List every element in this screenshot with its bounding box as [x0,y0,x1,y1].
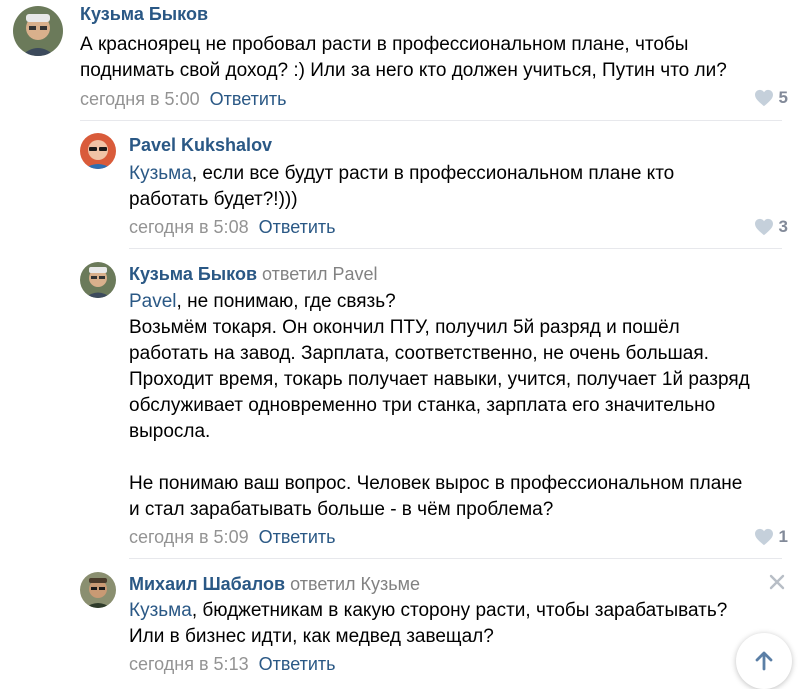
avatar-image [80,572,116,608]
comment-author[interactable]: Кузьма Быков [80,4,208,25]
like-button[interactable]: 5 [754,88,788,108]
author-name[interactable]: Кузьма Быков [129,264,257,284]
like-button[interactable]: 1 [754,527,788,547]
comment-time[interactable]: сегодня в 5:09 [129,527,249,547]
arrow-up-icon [755,651,773,671]
comment-text: Pavel, не понимаю, где связь? Возьмём то… [129,289,750,523]
author-name[interactable]: Михаил Шабалов [129,574,285,594]
avatar-image [80,133,116,169]
like-count: 1 [778,527,788,546]
comment-author[interactable]: Михаил Шабалов ответил Кузьме [129,574,420,595]
comment-text: Кузьма, бюджетникам в какую сторону раст… [129,598,727,650]
comment-body: , бюджетникам в какую сторону расти, что… [129,600,728,647]
like-button[interactable]: 3 [754,217,788,237]
comment-time[interactable]: сегодня в 5:00 [80,89,200,109]
like-count: 3 [778,217,788,236]
comment-author[interactable]: Кузьма Быков ответил Pavel [129,264,378,285]
avatar-image [80,262,116,298]
comment-meta: сегодня в 5:08 Ответить [129,217,336,238]
divider [129,248,782,249]
avatar-image [13,6,63,56]
author-name[interactable]: Pavel Kukshalov [129,135,272,155]
comment-text: Кузьма, если все будут расти в профессио… [129,161,674,213]
reply-to-label[interactable]: ответил Pavel [262,264,377,284]
avatar[interactable] [80,262,116,298]
comment-author[interactable]: Pavel Kukshalov [129,135,272,156]
mention-link[interactable]: Кузьма [129,600,192,621]
comment-time[interactable]: сегодня в 5:08 [129,217,249,237]
divider [129,558,782,559]
close-icon[interactable] [768,573,786,591]
comment-body: , не понимаю, где связь? Возьмём токаря.… [129,291,750,520]
comment-meta: сегодня в 5:13 Ответить [129,654,336,675]
mention-link[interactable]: Pavel [129,291,177,312]
author-name[interactable]: Кузьма Быков [80,4,208,24]
comment-meta: сегодня в 5:09 Ответить [129,527,336,548]
comment-time[interactable]: сегодня в 5:13 [129,654,249,674]
scroll-up-button[interactable] [736,633,792,689]
avatar[interactable] [80,572,116,608]
like-count: 5 [778,88,788,107]
heart-icon [754,218,773,236]
reply-to-label[interactable]: ответил Кузьме [290,574,420,594]
comment-meta: сегодня в 5:00 Ответить [80,89,287,110]
heart-icon [754,528,773,546]
comment-body: , если все будут расти в профессионально… [129,163,675,210]
divider [80,120,782,121]
reply-button[interactable]: Ответить [259,527,336,547]
avatar[interactable] [80,133,116,169]
reply-button[interactable]: Ответить [210,89,287,109]
heart-icon [754,89,773,107]
comment-body: А красноярец не пробовал расти в професс… [80,34,727,81]
avatar[interactable] [13,6,63,56]
comment-text: А красноярец не пробовал расти в професс… [80,32,727,84]
mention-link[interactable]: Кузьма [129,163,192,184]
reply-button[interactable]: Ответить [259,654,336,674]
reply-button[interactable]: Ответить [259,217,336,237]
